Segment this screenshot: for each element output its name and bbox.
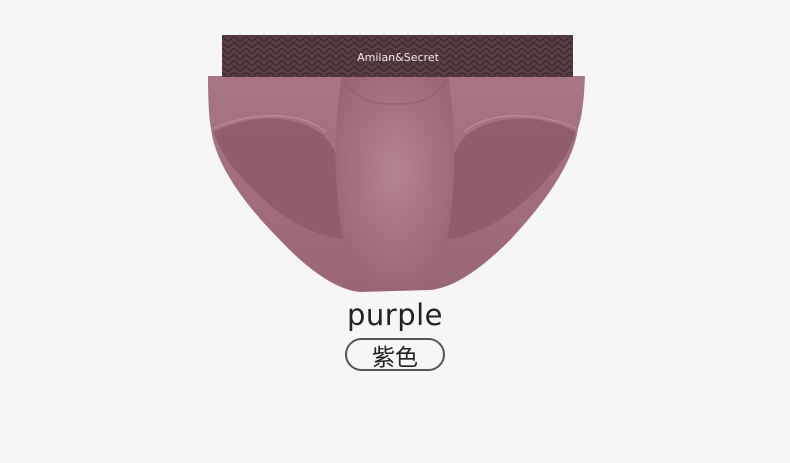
product-image: Amilan&Secret <box>208 35 585 292</box>
pouch <box>335 76 455 288</box>
color-name-english: purple <box>346 298 444 332</box>
color-name-chinese-badge: 紫色 <box>345 338 445 371</box>
brand-label: Amilan&Secret <box>357 51 439 64</box>
